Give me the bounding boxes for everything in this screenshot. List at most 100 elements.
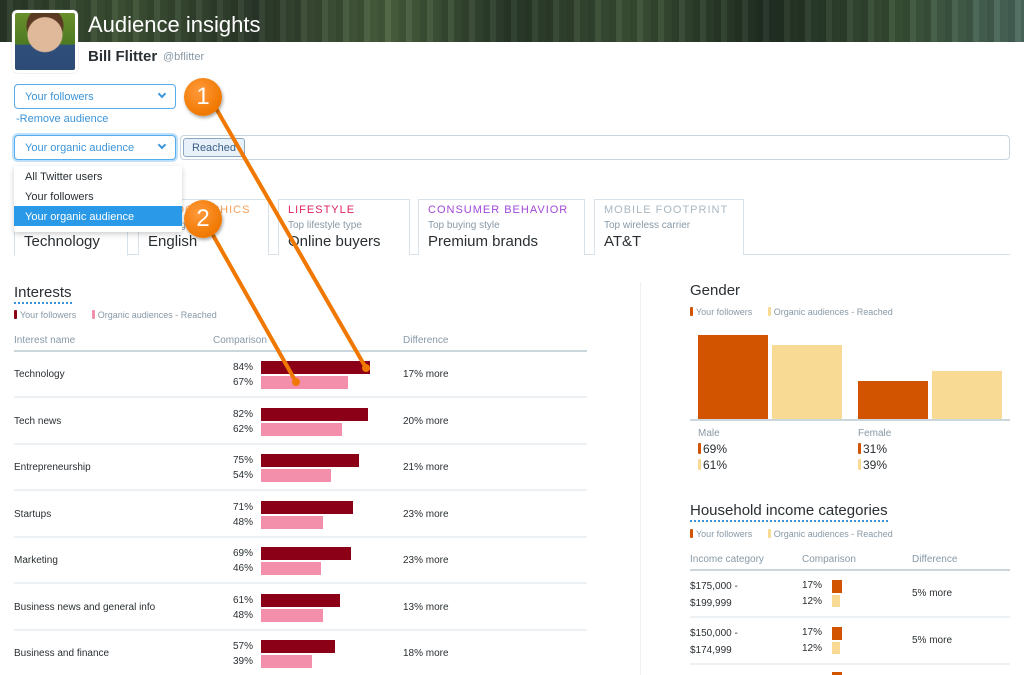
card-category: MOBILE FOOTPRINT xyxy=(604,204,729,216)
bar-organic xyxy=(261,608,324,622)
bar-followers xyxy=(261,454,359,467)
dropdown-option-all-twitter-users[interactable]: All Twitter users xyxy=(14,166,182,186)
table-row[interactable]: Marketing 69% 46% 23% more xyxy=(14,538,587,584)
column-header-comparison: Comparison xyxy=(213,335,267,346)
difference-value: 23% more xyxy=(403,555,449,566)
gender-bar-organic-male xyxy=(772,344,842,419)
chevron-down-icon xyxy=(157,89,167,99)
gender-bar-followers-female xyxy=(858,381,928,419)
filter-chip-reached[interactable]: Reached xyxy=(183,138,246,157)
gender-value-organic: 39% xyxy=(858,458,887,472)
organic-pct: 48% xyxy=(232,609,253,621)
followers-pct: 71% xyxy=(232,501,253,513)
tab-lifestyle[interactable]: LIFESTYLE Top lifestyle type Online buye… xyxy=(278,199,410,255)
table-row[interactable]: $150,000 - $174,999 17% 12% 5% more xyxy=(690,618,1010,665)
legend-label-organic: Organic audiences - Reached xyxy=(97,310,217,320)
table-row[interactable]: Business and finance 57% 39% 18% more xyxy=(14,631,587,675)
bar-followers xyxy=(832,580,842,593)
table-row[interactable]: Business news and general info 61% 48% 13% … xyxy=(14,585,587,631)
bar-organic xyxy=(832,641,840,654)
page-title: Audience insights xyxy=(88,12,261,37)
audience-filter-input[interactable] xyxy=(180,135,1010,160)
bar-followers xyxy=(261,640,336,653)
table-row[interactable]: Tech news 82% 62% 20% more xyxy=(14,399,587,445)
column-header-income-category: Income category xyxy=(690,554,764,565)
difference-value: 20% more xyxy=(403,415,449,427)
tab-consumer-behavior[interactable]: CONSUMER BEHAVIOR Top buying style Premi… xyxy=(418,199,585,255)
bar-followers xyxy=(832,626,842,640)
remove-audience-link[interactable]: -Remove audience xyxy=(16,113,108,125)
interest-name: Business and finance xyxy=(14,648,110,659)
income-category: $150,000 - $174,999 xyxy=(690,627,738,656)
gender-bar-organic-female xyxy=(932,371,1002,419)
legend-label-followers: Your followers xyxy=(696,529,753,539)
interest-name: Business news and general info xyxy=(14,601,156,613)
bar-followers xyxy=(261,593,341,607)
dropdown-option-your-organic-audience[interactable]: Your organic audience xyxy=(14,206,182,226)
income-category: $175,000 - $199,999 xyxy=(690,581,738,609)
user-name: Bill Flitter xyxy=(88,48,158,65)
legend-label-organic: Organic audiences - Reached xyxy=(773,529,893,539)
difference-value: 21% more xyxy=(403,462,449,473)
legend-label-followers: Your followers xyxy=(20,310,77,320)
interest-name: Marketing xyxy=(14,555,58,566)
secondary-audience-value: Your organic audience xyxy=(25,142,135,154)
legend-label-followers: Your followers xyxy=(696,307,753,317)
legend-swatch-organic xyxy=(767,529,771,538)
bar-followers xyxy=(261,407,368,421)
tab-mobile-footprint[interactable]: MOBILE FOOTPRINT Top wireless carrier AT… xyxy=(594,199,744,255)
card-subtitle: Top buying style xyxy=(428,220,500,231)
card-subtitle: Top wireless carrier xyxy=(604,220,691,231)
column-header-difference: Difference xyxy=(912,554,958,565)
interest-name: Startups xyxy=(14,508,52,520)
difference-value: 5% more xyxy=(912,634,953,646)
card-value: Online buyers xyxy=(288,233,381,250)
interests-legend: Your followers Organic audiences - Reach… xyxy=(14,310,217,320)
difference-value: 13% more xyxy=(403,601,449,613)
difference-value: 18% more xyxy=(403,648,449,659)
gender-value-followers: 31% xyxy=(858,442,887,456)
difference-value: 17% more xyxy=(403,369,449,380)
card-category: LIFESTYLE xyxy=(288,204,356,216)
followers-pct: 84% xyxy=(232,362,253,373)
bar-organic xyxy=(832,595,840,607)
followers-pct: 75% xyxy=(232,455,253,466)
gender-bar-followers-male xyxy=(698,334,768,419)
card-value: Technology xyxy=(24,233,100,250)
chevron-down-icon xyxy=(157,140,167,150)
bar-organic xyxy=(261,376,349,389)
primary-audience-select[interactable]: Your followers xyxy=(14,84,176,109)
legend-swatch-organic xyxy=(767,307,771,316)
income-legend: Your followers Organic audiences - Reach… xyxy=(690,529,893,539)
followers-pct: 61% xyxy=(232,594,253,606)
table-row[interactable]: $175,000 - $199,999 17% 12% 5% more xyxy=(690,571,1010,618)
followers-pct: 17% xyxy=(802,626,823,638)
column-header-interest-name: Interest name xyxy=(14,335,76,346)
interest-name: Technology xyxy=(14,369,65,380)
table-row[interactable]: Entrepreneurship 75% 54% 21% more xyxy=(14,445,587,491)
bar-organic xyxy=(261,562,321,575)
bar-organic xyxy=(261,422,342,436)
table-row[interactable]: Startups 71% 48% 23% more xyxy=(14,492,587,538)
organic-pct: 54% xyxy=(232,470,253,481)
user-handle: @bflitter xyxy=(163,51,205,63)
annotation-callout-2: 2 xyxy=(184,200,222,238)
annotation-callout-1: 1 xyxy=(184,78,222,116)
gender-group-label: Male xyxy=(698,428,720,439)
audience-dropdown-menu: All Twitter users Your followers Your or… xyxy=(14,166,182,232)
bar-organic xyxy=(261,515,324,529)
income-title[interactable]: Household income categories xyxy=(690,502,888,522)
table-row[interactable]: Technology 84% 67% 17% more xyxy=(14,352,587,398)
interest-name: Entrepreneurship xyxy=(14,462,91,473)
followers-pct: 57% xyxy=(232,641,253,652)
secondary-audience-select[interactable]: Your organic audience xyxy=(14,135,176,160)
card-value: Premium brands xyxy=(428,233,539,250)
followers-pct: 69% xyxy=(232,548,253,559)
interests-title[interactable]: Interests xyxy=(14,284,72,304)
organic-pct: 48% xyxy=(232,516,253,528)
card-category: CONSUMER BEHAVIOR xyxy=(428,204,569,216)
organic-pct: 62% xyxy=(232,423,253,435)
bar-followers xyxy=(261,361,371,374)
dropdown-option-your-followers[interactable]: Your followers xyxy=(14,186,182,206)
column-header-comparison: Comparison xyxy=(802,554,856,565)
